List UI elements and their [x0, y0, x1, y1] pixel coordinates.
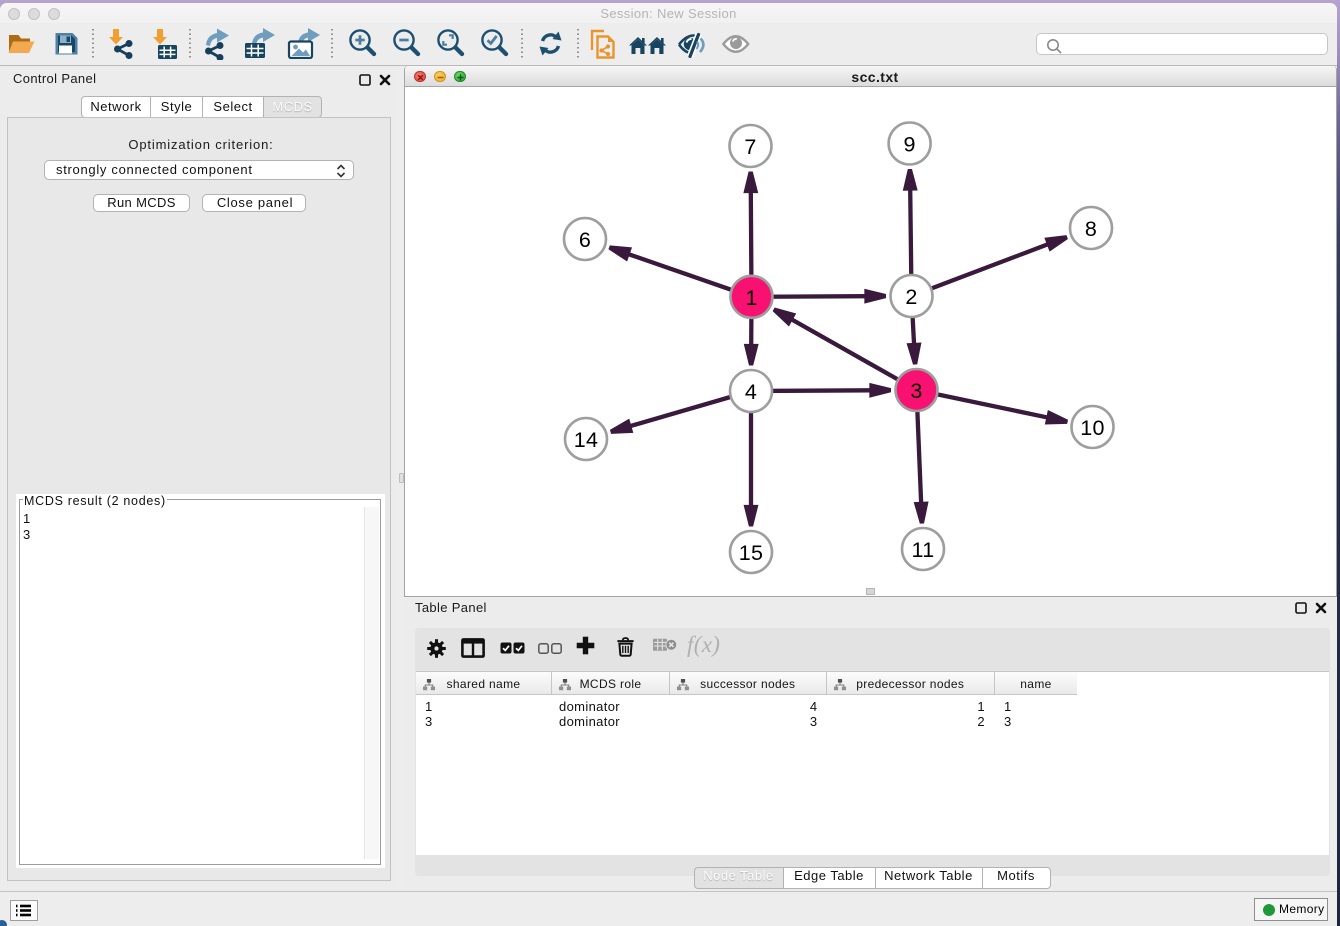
svg-text:7: 7: [744, 135, 756, 159]
svg-text:9: 9: [903, 133, 915, 157]
svg-text:11: 11: [911, 538, 934, 562]
svg-text:10: 10: [1080, 416, 1105, 440]
svg-text:4: 4: [745, 380, 757, 404]
svg-text:14: 14: [574, 428, 599, 452]
svg-text:8: 8: [1085, 217, 1097, 241]
svg-text:3: 3: [910, 379, 922, 403]
svg-text:15: 15: [739, 541, 764, 565]
svg-text:2: 2: [905, 285, 917, 309]
svg-text:6: 6: [579, 228, 591, 252]
svg-text:1: 1: [745, 286, 757, 310]
